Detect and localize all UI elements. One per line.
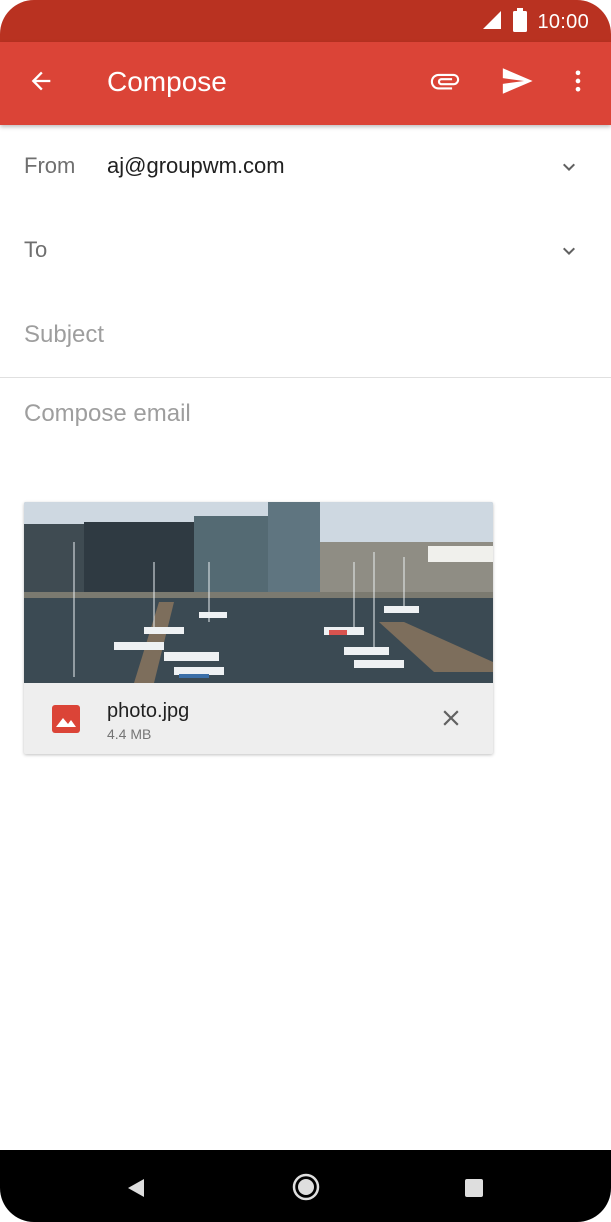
more-vert-icon: [564, 67, 592, 100]
attachment-thumbnail: [24, 502, 493, 683]
attachment-card[interactable]: photo.jpg 4.4 MB: [24, 502, 493, 754]
send-button[interactable]: [495, 62, 539, 104]
attachment-file-size: 4.4 MB: [107, 726, 152, 742]
nav-home-icon[interactable]: [288, 1169, 324, 1205]
attachment-file-name: photo.jpg: [107, 700, 190, 722]
from-label: From: [24, 153, 76, 178]
battery-icon: [513, 7, 528, 37]
remove-attachment-button[interactable]: [434, 703, 468, 737]
phone-screen: 10:00 Compose From aj@groupwm.com To Sub…: [0, 0, 611, 1222]
paperclip-icon: [428, 64, 462, 103]
image-file-icon: [52, 705, 80, 733]
status-bar: 10:00: [0, 0, 611, 42]
to-row[interactable]: To: [0, 209, 611, 294]
compose-body-field[interactable]: Compose email: [24, 400, 191, 428]
page-title: Compose: [107, 66, 227, 97]
from-value[interactable]: aj@groupwm.com: [107, 153, 285, 179]
to-label: To: [24, 237, 48, 262]
nav-recents-icon[interactable]: [458, 1172, 490, 1204]
app-bar: Compose: [0, 42, 611, 125]
subject-field[interactable]: Subject: [24, 321, 104, 349]
nav-back-icon[interactable]: [120, 1172, 152, 1204]
attachment-info: photo.jpg 4.4 MB: [24, 683, 493, 754]
more-options-button[interactable]: [560, 62, 596, 104]
status-icons: 10:00: [481, 7, 589, 37]
from-row[interactable]: From aj@groupwm.com: [0, 125, 611, 210]
signal-icon: [481, 9, 503, 36]
back-button[interactable]: [20, 62, 62, 104]
chevron-down-icon[interactable]: [553, 151, 585, 183]
close-icon: [438, 705, 464, 736]
send-icon: [500, 64, 534, 103]
attach-button[interactable]: [422, 62, 468, 104]
navigation-bar: [0, 1150, 611, 1222]
status-time: 10:00: [537, 10, 589, 33]
back-arrow-icon: [27, 67, 55, 100]
chevron-down-icon[interactable]: [553, 235, 585, 267]
subject-row[interactable]: Subject: [0, 293, 611, 378]
